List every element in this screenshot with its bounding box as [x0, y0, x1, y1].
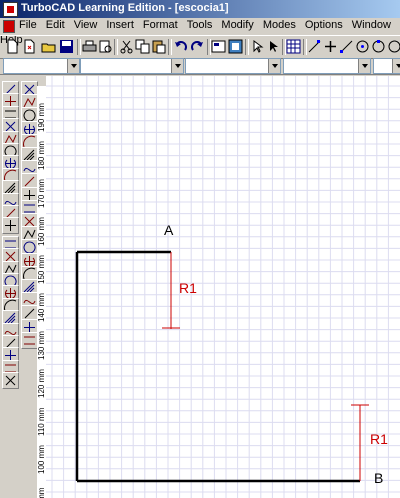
- snap-midpoint-icon: [23, 229, 36, 240]
- menu-options[interactable]: Options: [305, 18, 343, 31]
- chamfer-icon: [5, 364, 16, 373]
- menu-view[interactable]: View: [74, 18, 98, 31]
- text-icon[interactable]: [2, 217, 19, 235]
- turbocad-app-icon[interactable]: [3, 2, 18, 17]
- radius-label-bottom: R1: [370, 431, 388, 447]
- snap-plus-icon[interactable]: [323, 39, 338, 54]
- menu-edit[interactable]: Edit: [46, 18, 65, 31]
- pen-width-combo[interactable]: [283, 58, 371, 74]
- layer-combo[interactable]: [3, 58, 80, 74]
- snap-grid-icon: [24, 204, 35, 213]
- insert-symbol-icon: [5, 240, 16, 249]
- radius-label-top: R1: [179, 280, 197, 296]
- array-icon: [5, 375, 16, 386]
- menu-modify[interactable]: Modify: [221, 18, 253, 31]
- menu-format[interactable]: Format: [143, 18, 178, 31]
- snap-line-icon[interactable]: [339, 39, 354, 54]
- layer-icon: [23, 168, 36, 173]
- snap-arc-icon[interactable]: [387, 39, 400, 54]
- property-toolbar: [0, 57, 400, 75]
- grid-icon[interactable]: [286, 39, 301, 54]
- open-folder-icon[interactable]: [41, 39, 56, 54]
- arc-icon: [4, 169, 17, 181]
- point-label-b: B: [374, 470, 384, 486]
- chevron-down-icon[interactable]: [392, 59, 400, 73]
- curve-icon: [4, 200, 17, 205]
- snap-relative-icon: [24, 336, 35, 345]
- snap-endpoint-icon: [24, 216, 35, 227]
- toolbar-separator: [168, 39, 172, 55]
- new-template-icon[interactable]: [22, 39, 37, 54]
- snap-center-point-icon: [23, 300, 36, 305]
- snap-center-icon[interactable]: [355, 39, 370, 54]
- line-single-icon: [5, 110, 16, 119]
- array-icon: [5, 375, 16, 386]
- window-title: TurboCAD Learning Edition - [escocia1]: [21, 2, 229, 14]
- ruler-tick-label: 170 mm: [37, 179, 46, 208]
- redraw-icon: [23, 149, 35, 161]
- design-director-icon[interactable]: [228, 39, 243, 54]
- redo-icon[interactable]: [190, 39, 205, 54]
- pen-style-combo[interactable]: [185, 58, 281, 74]
- zoom-in-icon: [23, 97, 36, 108]
- snap-quadrant-point-icon: [24, 309, 35, 319]
- toolbar-separator: [245, 39, 249, 55]
- toolbar-separator: [77, 39, 81, 55]
- snap-nearest-icon: [23, 281, 35, 293]
- chevron-down-icon[interactable]: [358, 59, 370, 73]
- ruler-tick-label: 150 mm: [37, 255, 46, 284]
- chevron-down-icon[interactable]: [268, 59, 280, 73]
- menu-file[interactable]: File: [19, 18, 37, 31]
- title-bar: TurboCAD Learning Edition - [escocia1]: [0, 0, 400, 18]
- drawing-geometry: [75, 250, 369, 483]
- ruler-tick-label: 140 mm: [37, 293, 46, 322]
- menu-tools[interactable]: Tools: [187, 18, 213, 31]
- print-preview-icon[interactable]: [98, 39, 113, 54]
- snap-relative-icon[interactable]: [21, 331, 38, 349]
- explorer-icon: [24, 177, 35, 187]
- snap-vertex-icon[interactable]: [307, 39, 322, 54]
- pan-icon: [23, 135, 36, 147]
- text-icon: [5, 220, 16, 232]
- text-icon: [5, 220, 16, 232]
- ruler-tick-label: 160 mm: [37, 217, 46, 246]
- menu-modes[interactable]: Modes: [263, 18, 296, 31]
- cut-icon[interactable]: [119, 39, 134, 54]
- select-edit-icon[interactable]: [266, 39, 281, 54]
- snap-relative-icon: [24, 336, 35, 345]
- chevron-down-icon[interactable]: [67, 59, 79, 73]
- snap-perpendicular-icon: [23, 267, 36, 279]
- menu-insert[interactable]: Insert: [106, 18, 134, 31]
- new-document-icon[interactable]: [5, 39, 20, 54]
- undo-icon[interactable]: [173, 39, 188, 54]
- zoom-window-icon: [24, 84, 35, 95]
- menu-bar: File Edit View Insert Format Tools Modify Modes…: [0, 18, 400, 46]
- menu-window[interactable]: Window: [352, 18, 391, 31]
- scale-icon: [4, 299, 17, 311]
- standard-toolbar: [0, 35, 400, 59]
- ruler-tick-label: 90 mm: [37, 488, 46, 498]
- ruler-tick-label: 120 mm: [37, 369, 46, 398]
- copy-icon[interactable]: [135, 39, 150, 54]
- ruler-tick-label: 110 mm: [37, 407, 46, 436]
- ruler-tick-label: 180 mm: [37, 141, 46, 170]
- ruler-tick-label: 190 mm: [37, 103, 46, 132]
- toolbar-separator: [114, 39, 118, 55]
- point-label-a: A: [164, 222, 174, 238]
- document-menu-icon[interactable]: [3, 20, 15, 33]
- select-arrow-icon[interactable]: [250, 39, 265, 54]
- save-icon[interactable]: [59, 39, 74, 54]
- pattern-combo[interactable]: [373, 58, 400, 74]
- property-icon[interactable]: [211, 39, 226, 54]
- drawing-canvas[interactable]: A R1 R1 B: [46, 76, 400, 498]
- array-icon[interactable]: [2, 372, 19, 390]
- ruler-tick-label: 130 mm: [37, 331, 46, 360]
- chevron-down-icon[interactable]: [171, 59, 183, 73]
- color-combo[interactable]: [80, 58, 184, 74]
- paste-icon[interactable]: [151, 39, 166, 54]
- print-icon[interactable]: [82, 39, 97, 54]
- snap-quadrant-icon[interactable]: [371, 39, 386, 54]
- trim-icon: [4, 330, 17, 335]
- ruler-tick-label: 100 mm: [37, 445, 46, 474]
